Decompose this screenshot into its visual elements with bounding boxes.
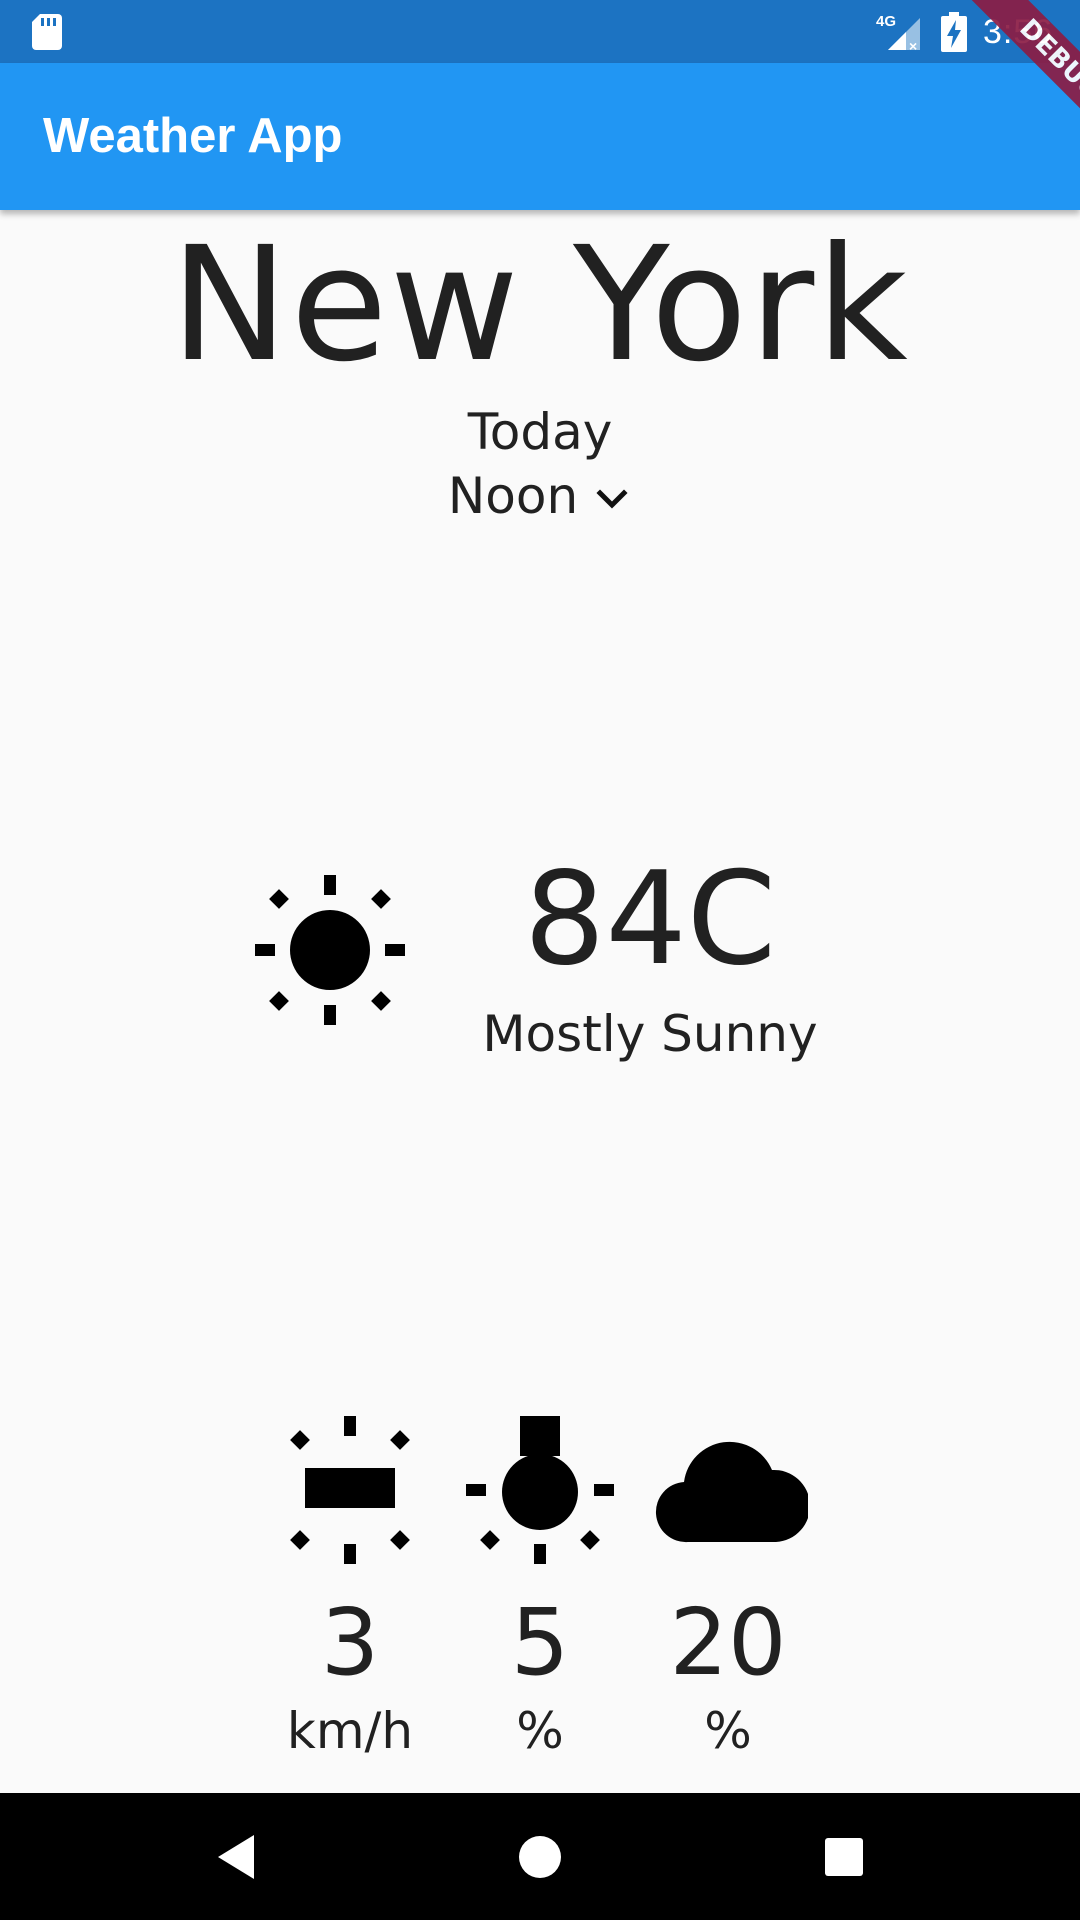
day-label: Today xyxy=(467,403,613,461)
humidity-stat: 5 % xyxy=(445,1410,635,1760)
cloud-unit: % xyxy=(704,1702,752,1760)
cloud-stat: 20 % xyxy=(633,1410,823,1760)
city-name: New York xyxy=(170,213,910,397)
wind-unit: km/h xyxy=(286,1702,414,1760)
cloud-value: 20 xyxy=(669,1589,787,1696)
wind-stat: 3 km/h xyxy=(255,1410,445,1760)
sun-humidity-icon xyxy=(466,1416,614,1564)
svg-text:×: × xyxy=(909,38,917,52)
home-circle-icon[interactable] xyxy=(508,1825,572,1889)
condition-text: Mostly Sunny xyxy=(482,1005,818,1063)
chevron-down-icon xyxy=(596,489,628,509)
app-title: Weather App xyxy=(43,109,343,163)
status-bar: 4G × 3:56 xyxy=(0,0,1080,63)
wind-value: 3 xyxy=(320,1589,380,1696)
cloud-icon xyxy=(655,1441,808,1543)
network-type-label: 4G xyxy=(876,13,896,30)
time-of-day-dropdown[interactable]: Noon xyxy=(0,464,1080,528)
sd-card-icon xyxy=(32,14,62,50)
recents-square-icon[interactable] xyxy=(812,1825,876,1889)
signal-icon: 4G × xyxy=(876,13,920,52)
battery-charging-icon xyxy=(941,12,967,52)
humidity-value: 5 xyxy=(510,1589,570,1696)
system-nav-bar xyxy=(0,1793,1080,1920)
time-of-day-label: Noon xyxy=(447,467,579,525)
humidity-unit: % xyxy=(516,1702,564,1760)
back-triangle-icon[interactable] xyxy=(204,1825,268,1889)
status-time: 3:56 xyxy=(983,13,1054,51)
temperature-value: 84C xyxy=(523,845,777,994)
app-bar: Weather App xyxy=(0,63,1080,210)
sunset-wind-icon xyxy=(290,1416,410,1564)
sun-icon xyxy=(255,875,405,1025)
